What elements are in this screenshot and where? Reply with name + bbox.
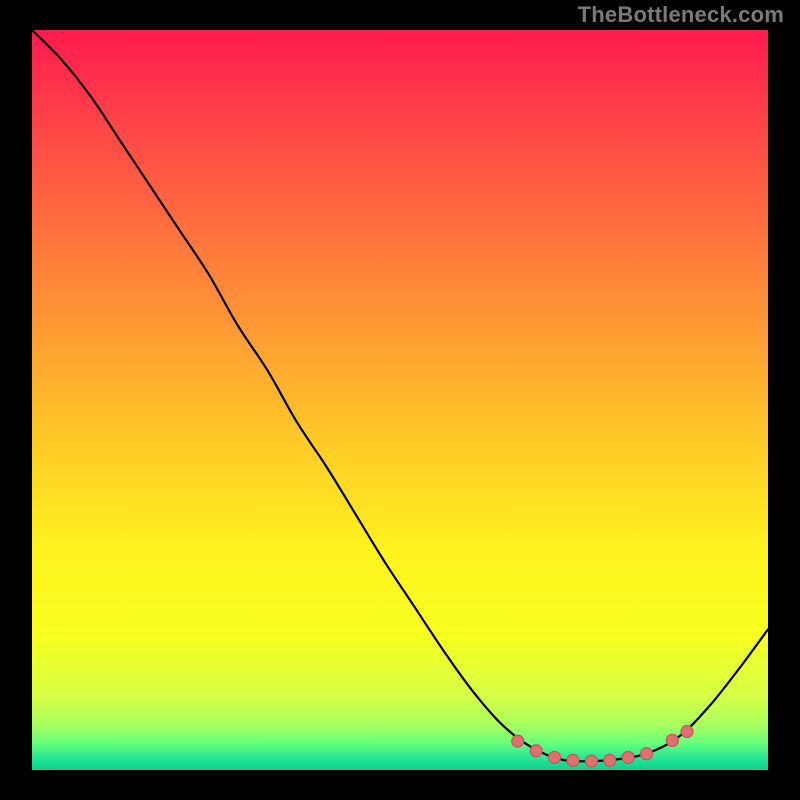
chart-plot-area <box>32 30 768 770</box>
chart-dot <box>567 754 579 766</box>
chart-dot <box>641 748 653 760</box>
chart-container: { "watermark": "TheBottleneck.com", "plo… <box>0 0 800 800</box>
chart-dot <box>681 726 693 738</box>
chart-dot <box>622 751 634 763</box>
chart-dot <box>604 754 616 766</box>
chart-dot <box>666 734 678 746</box>
chart-dot <box>512 735 524 747</box>
chart-dot <box>585 755 597 767</box>
chart-dot <box>549 751 561 763</box>
bottleneck-chart <box>0 0 800 800</box>
watermark-label: TheBottleneck.com <box>578 2 784 28</box>
chart-dot <box>530 745 542 757</box>
